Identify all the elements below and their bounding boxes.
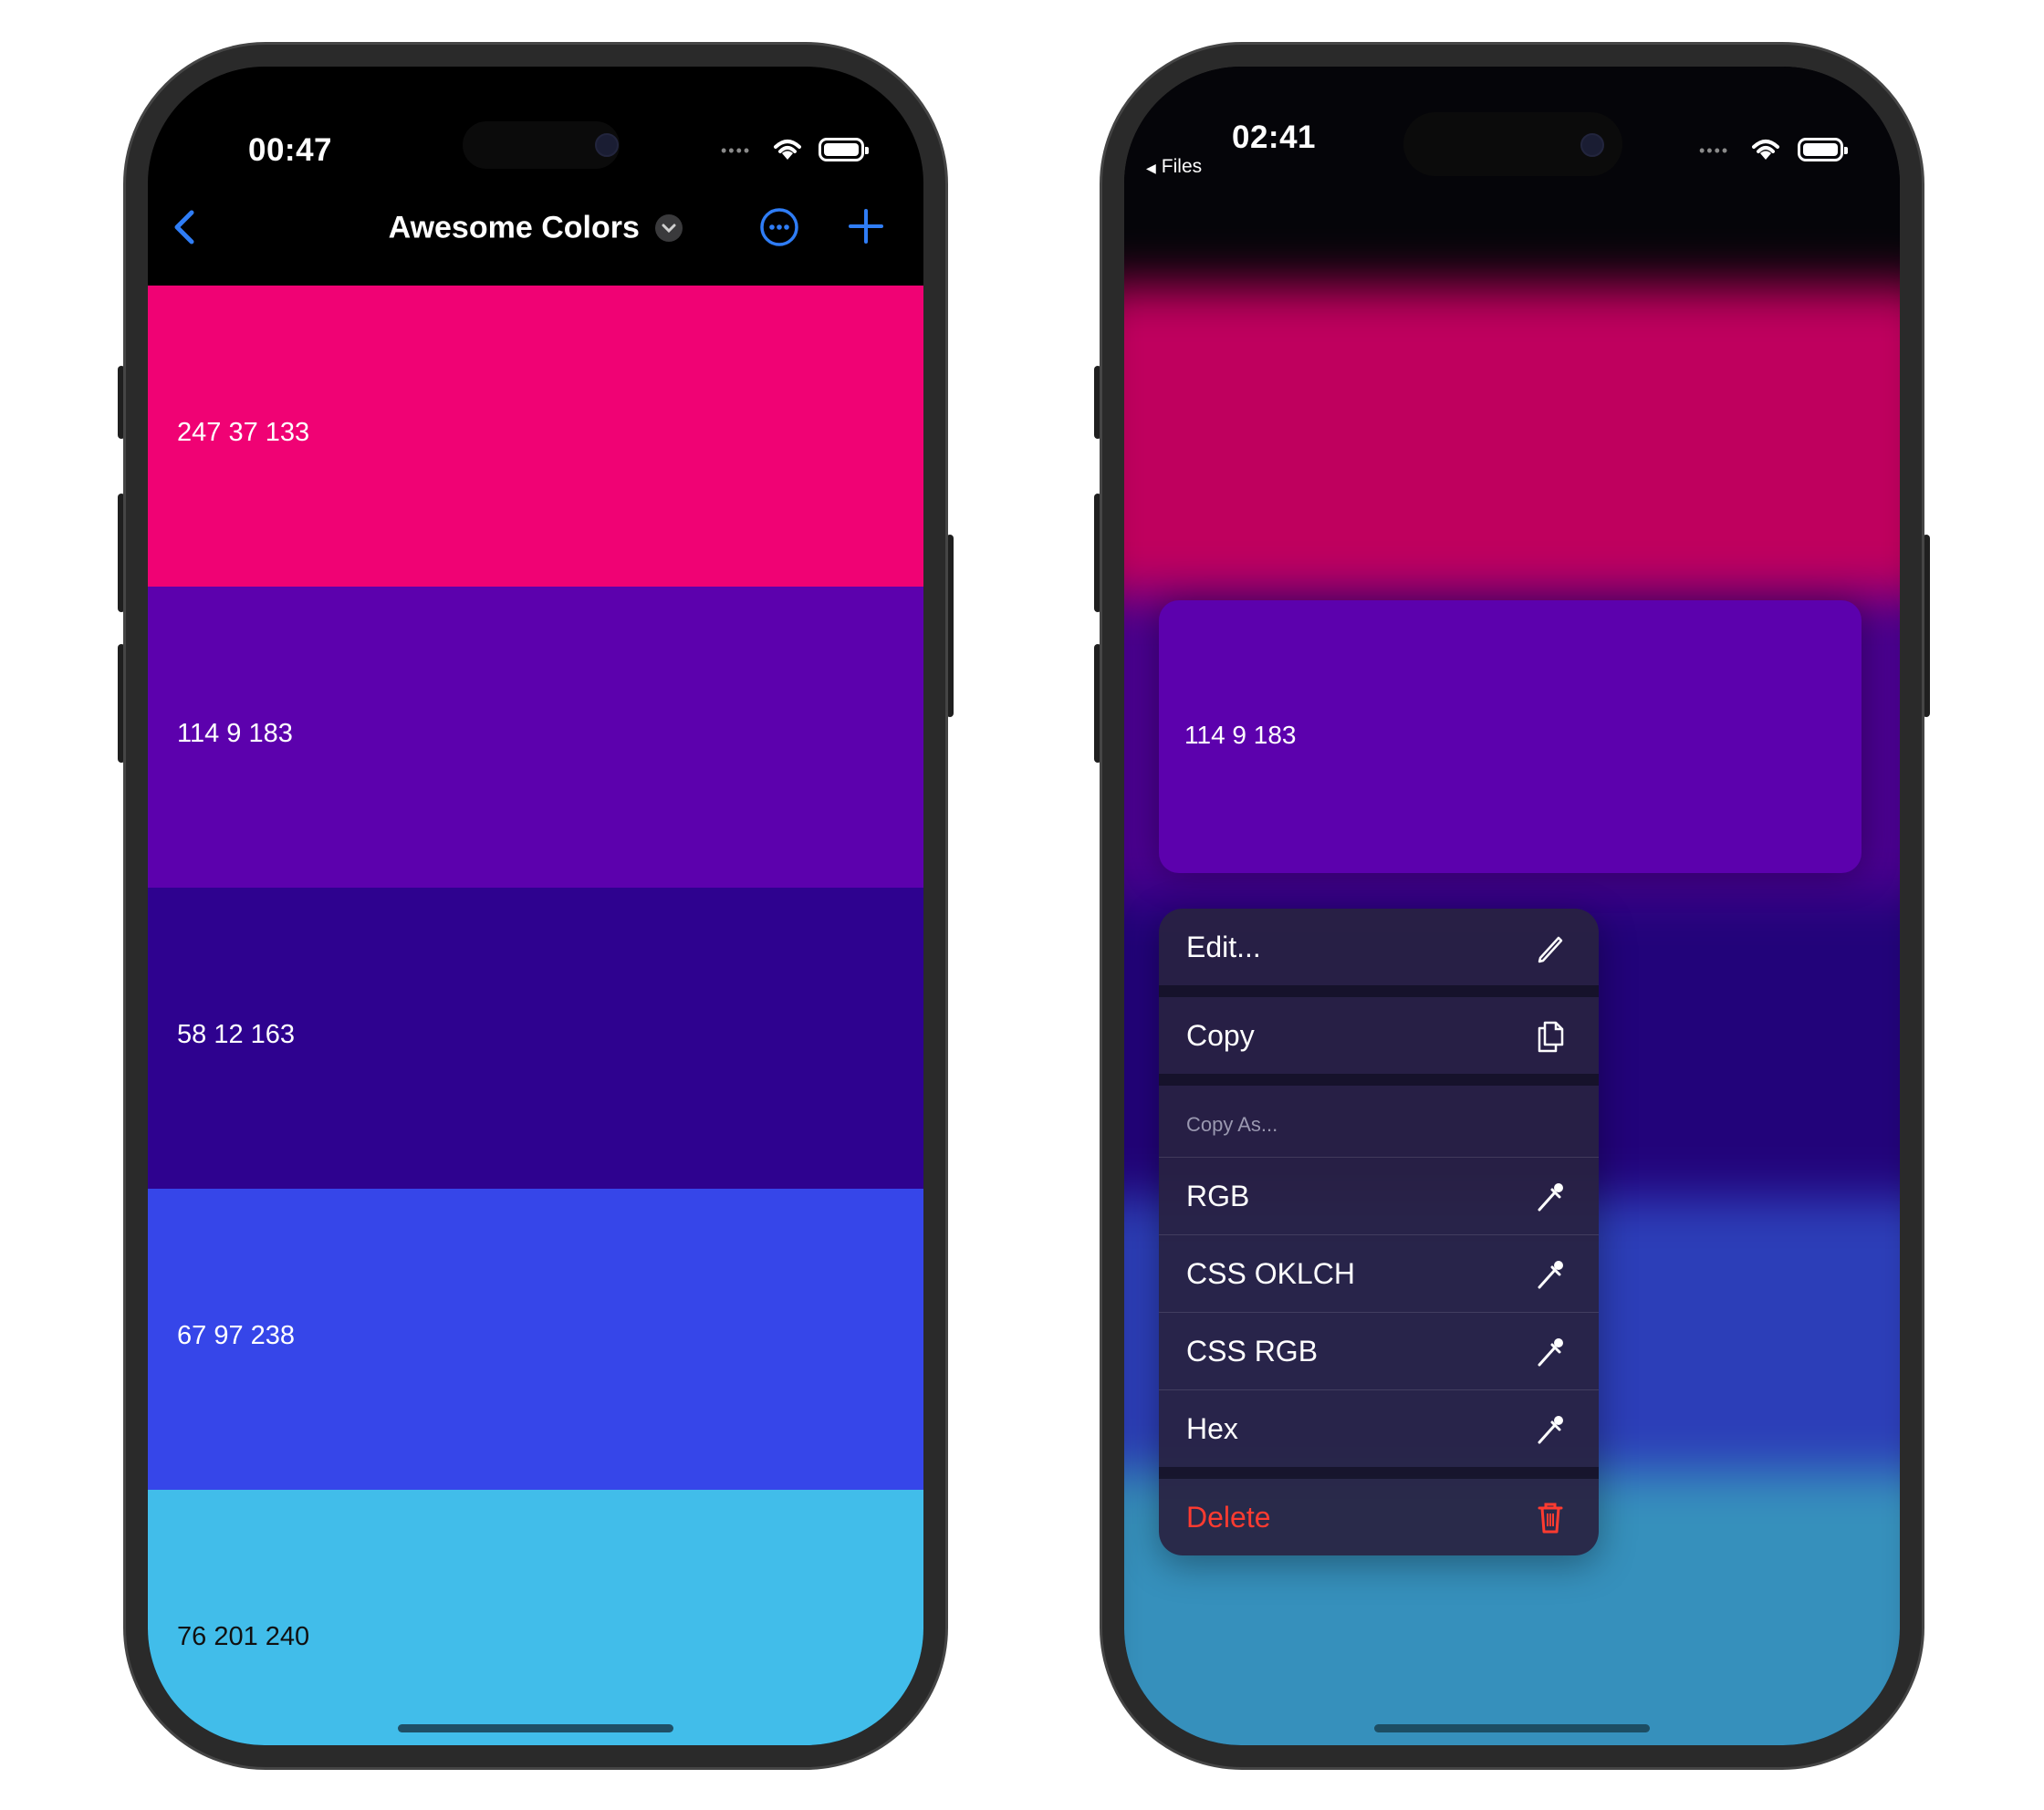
back-app-label: Files [1161,156,1203,177]
chevron-down-icon [655,214,683,243]
copy-icon [1538,1021,1564,1053]
left-phone: 00:47 •••• Awesome Colors 247 37 133 114… [118,42,954,1770]
add-icon[interactable] [847,207,885,245]
swatch-label: 67 97 238 [177,1321,296,1350]
wifi-icon [774,140,801,160]
status-time: 00:47 [248,132,333,168]
color-swatch[interactable]: 58 12 163 [148,888,923,1189]
menu-item-label: CSS OKLCH [1186,1257,1355,1290]
nav-bar: Awesome Colors [148,176,923,286]
camera-icon [595,133,619,157]
menu-item-copy-css-oklch[interactable]: CSS OKLCH [1159,1234,1599,1312]
menu-group-separator [1159,1467,1599,1479]
back-to-app-link[interactable]: ◀ Files [1146,156,1202,178]
menu-item-label: Edit... [1186,931,1261,963]
swatch-label: 114 9 183 [1184,721,1297,749]
signal-icon: •••• [1699,141,1730,160]
color-preview-card: 114 9 183 [1159,600,1862,873]
menu-item-label: Delete [1186,1501,1271,1534]
menu-item-label: RGB [1186,1180,1250,1212]
eyedropper-icon [1538,1261,1563,1289]
phone-screen: 02:41 ◀ Files •••• 114 9 183 Edit... Cop… [1124,67,1900,1745]
signal-icon: •••• [721,141,752,160]
page-title: Awesome Colors [388,210,640,245]
copy-as-header: Copy As... [1186,1113,1278,1136]
status-bar: 00:47 •••• [148,67,923,176]
color-swatch[interactable]: 247 37 133 [148,286,923,587]
trash-icon [1538,1503,1563,1534]
color-swatch[interactable]: 114 9 183 [148,587,923,888]
status-bar: 02:41 ◀ Files •••• [1124,67,1900,178]
eyedropper-icon [1538,1183,1563,1212]
right-phone: 02:41 ◀ Files •••• 114 9 183 Edit... Cop… [1094,42,1930,1770]
swatch-label: 114 9 183 [177,719,293,748]
pencil-icon [1538,936,1563,963]
battery-icon [1798,138,1848,161]
phone-screen: 00:47 •••• Awesome Colors 247 37 133 114… [148,67,923,1745]
menu-group-separator [1159,985,1599,997]
home-indicator[interactable] [398,1724,673,1732]
color-swatch[interactable]: 67 97 238 [148,1189,923,1490]
menu-section-header: Copy As... [1159,1086,1599,1157]
swatch-label: 58 12 163 [177,1020,296,1049]
back-triangle-icon: ◀ [1146,161,1156,175]
menu-item-label: Hex [1186,1412,1238,1445]
color-swatch[interactable]: 76 201 240 [148,1490,923,1745]
menu-item-copy-hex[interactable]: Hex [1159,1389,1599,1467]
eyedropper-icon [1538,1416,1563,1444]
more-options-icon[interactable] [759,207,799,247]
menu-item-label: CSS RGB [1186,1335,1319,1368]
camera-icon [1580,133,1604,157]
status-time: 02:41 [1232,120,1317,155]
eyedropper-icon [1538,1338,1563,1367]
swatch-label: 76 201 240 [177,1622,310,1651]
wifi-icon [1752,140,1779,160]
menu-item-delete[interactable]: Delete [1159,1479,1599,1555]
menu-item-copy[interactable]: Copy [1159,997,1599,1074]
swatch-label: 247 37 133 [177,418,310,447]
menu-item-copy-rgb[interactable]: RGB [1159,1157,1599,1234]
context-menu: Edit... Copy Copy As... RGB CSS OKLCH CS… [1159,909,1599,1555]
menu-item-label: Copy [1186,1019,1255,1052]
menu-group-separator [1159,1074,1599,1086]
menu-item-copy-css-rgb[interactable]: CSS RGB [1159,1312,1599,1389]
home-indicator[interactable] [1374,1724,1650,1732]
battery-icon [819,138,869,161]
menu-item-edit[interactable]: Edit... [1159,909,1599,985]
palette-title-menu[interactable]: Awesome Colors [148,209,923,246]
